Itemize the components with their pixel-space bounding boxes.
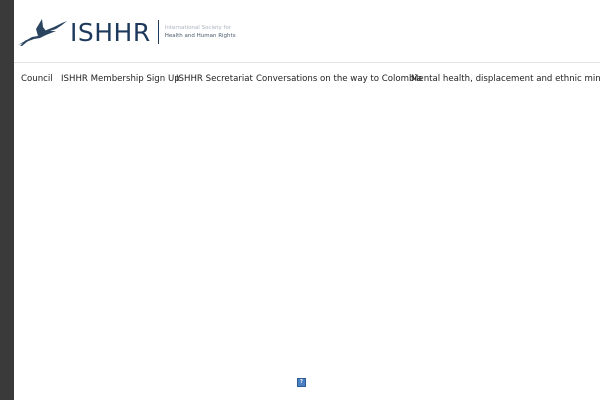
nav-item-mental-health[interactable]: Mental health, displacement and ethnic m… bbox=[411, 63, 600, 95]
nav-item-membership-sign-up[interactable]: ISHHR Membership Sign Up bbox=[61, 63, 180, 95]
logo-divider bbox=[157, 20, 159, 44]
nav-item-secretariat[interactable]: ISHHR Secretariat bbox=[176, 63, 253, 95]
logo-tagline-line-2: Health and Human Rights bbox=[164, 33, 236, 39]
page: ISHHR International Society for Health a… bbox=[14, 0, 600, 400]
logo-tagline: International Society for Health and Hum… bbox=[165, 24, 236, 40]
main-navigation: Council ISHHR Membership Sign Up ISHHR S… bbox=[14, 62, 600, 96]
site-logo[interactable]: ISHHR International Society for Health a… bbox=[16, 14, 236, 50]
question-mark-icon[interactable]: ? bbox=[297, 378, 306, 387]
site-header: ISHHR International Society for Health a… bbox=[14, 0, 600, 62]
logo-wordmark: ISHHR bbox=[70, 17, 151, 47]
nav-item-council[interactable]: Council bbox=[21, 63, 53, 95]
main-content: ? bbox=[14, 95, 600, 400]
nav-item-conversations-colombia[interactable]: Conversations on the way to Colombia bbox=[256, 63, 422, 95]
heron-bird-icon bbox=[18, 19, 67, 46]
logo-tagline-line-1: International Society for bbox=[164, 25, 232, 31]
